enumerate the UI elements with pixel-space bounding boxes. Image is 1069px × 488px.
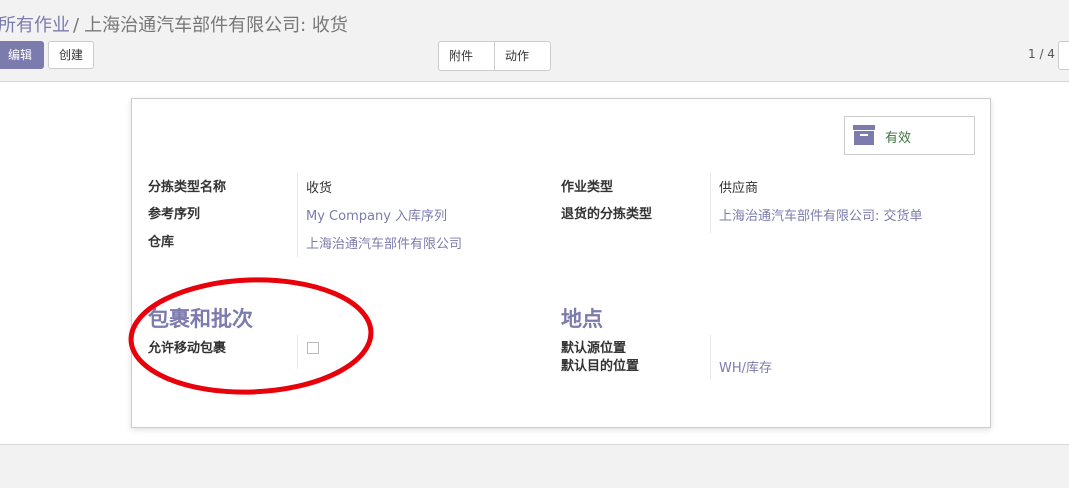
field-divider	[710, 173, 711, 233]
default-destination-location-label: 默认目的位置	[561, 359, 640, 374]
operation-type-value: 供应商	[719, 181, 759, 196]
attachment-label: 附件	[449, 49, 474, 63]
pager-value[interactable]: 1 / 4	[1028, 47, 1055, 61]
field-divider	[297, 173, 298, 257]
return-picking-type-label: 退货的分拣类型	[561, 207, 653, 222]
locations-section-title: 地点	[561, 307, 603, 331]
packages-section-title: 包裹和批次	[148, 307, 253, 331]
form-view: 有效 分拣类型名称 收货 参考序列 My Company 入库序列 仓库 上海治…	[0, 82, 1069, 445]
control-panel: 所有作业 / 上海治通汽车部件有限公司: 收货 编辑 创建 附件 动作 1 / 4	[0, 0, 1069, 87]
breadcrumb: 所有作业 / 上海治通汽车部件有限公司: 收货	[0, 11, 348, 37]
reference-sequence-link[interactable]: My Company 入库序列	[306, 205, 447, 224]
attachment-dropdown[interactable]: 附件	[438, 41, 495, 87]
form-sheet: 有效 分拣类型名称 收货 参考序列 My Company 入库序列 仓库 上海治…	[131, 98, 991, 428]
default-source-location-label: 默认源位置	[561, 341, 627, 356]
field-divider	[710, 335, 711, 379]
warehouse-label: 仓库	[148, 235, 175, 250]
operation-type-label: 作业类型	[561, 180, 614, 195]
picking-type-name-label: 分拣类型名称	[148, 180, 227, 195]
edit-button[interactable]: 编辑	[0, 41, 44, 69]
active-toggle-button[interactable]: 有效	[844, 116, 975, 155]
breadcrumb-parent-link[interactable]: 所有作业	[0, 15, 70, 36]
picking-type-name-value: 收货	[306, 181, 333, 196]
field-divider	[297, 335, 298, 369]
default-destination-location-link[interactable]: WH/库存	[719, 357, 772, 376]
pager-next-button[interactable]	[1058, 41, 1069, 70]
allow-move-packages-label: 允许移动包裹	[148, 341, 227, 356]
archive-box-icon	[853, 125, 875, 145]
breadcrumb-separator: /	[73, 15, 80, 36]
status-label: 有效	[885, 131, 912, 146]
action-dropdown[interactable]: 动作	[495, 41, 551, 87]
warehouse-link[interactable]: 上海治通汽车部件有限公司	[306, 233, 462, 252]
sidebar-button-group: 附件 动作	[438, 41, 551, 87]
create-button[interactable]: 创建	[48, 41, 94, 69]
breadcrumb-current: 上海治通汽车部件有限公司: 收货	[84, 15, 348, 36]
allow-move-packages-checkbox[interactable]	[307, 342, 319, 354]
return-picking-type-link[interactable]: 上海治通汽车部件有限公司: 交货单	[719, 205, 923, 224]
reference-sequence-label: 参考序列	[148, 207, 201, 222]
action-label: 动作	[505, 49, 530, 63]
